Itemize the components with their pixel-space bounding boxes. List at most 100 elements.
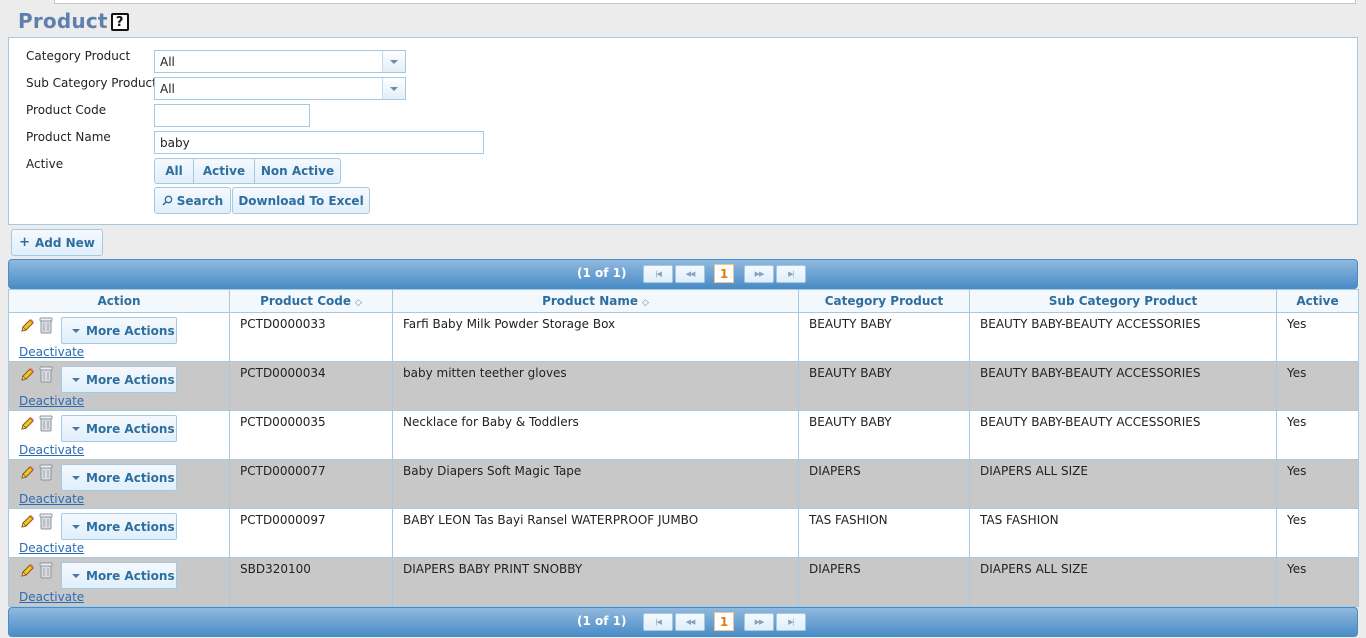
pager-bottom: (1 of 1) |◀ ◀◀ 1 ▶▶ ▶| [8,607,1358,637]
help-icon[interactable]: ? [110,13,129,31]
header-product-name-label: Product Name [542,294,638,308]
table-row: More Actions Deactivate PCTD0000035 Necklac… [8,410,1359,460]
delete-icon[interactable] [39,366,53,383]
action-cell: More Actions Deactivate [8,312,230,362]
subcategory-cell: BEAUTY BABY-BEAUTY ACCESSORIES [969,312,1277,362]
active-label: Active [26,157,64,171]
subcategory-cell: BEAUTY BABY-BEAUTY ACCESSORIES [969,410,1277,460]
header-product-name[interactable]: Product Name ◇ [392,289,799,313]
product-name-label: Product Name [26,130,111,144]
current-page[interactable]: 1 [714,264,734,283]
product-name-input[interactable]: baby [154,131,484,154]
download-excel-button[interactable]: Download To Excel [232,187,370,214]
active-option-non-active[interactable]: Non Active [254,158,341,184]
prev-page-icon[interactable]: ◀◀ [675,613,705,631]
prev-page-icon[interactable]: ◀◀ [675,265,705,283]
more-actions-button[interactable]: More Actions [61,513,177,540]
more-actions-label: More Actions [86,372,175,387]
active-cell: Yes [1276,508,1359,558]
subcategory-cell: DIAPERS ALL SIZE [969,459,1277,509]
search-button[interactable]: Search [154,187,231,214]
next-page-icon[interactable]: ▶▶ [744,265,774,283]
more-actions-button[interactable]: More Actions [61,464,177,491]
table-row: More Actions Deactivate PCTD0000077 Baby Di… [8,459,1359,509]
product-code-cell: PCTD0000077 [229,459,393,509]
product-name-cell: Farfi Baby Milk Powder Storage Box [392,312,799,362]
product-code-cell: PCTD0000097 [229,508,393,558]
header-product-code[interactable]: Product Code ◇ [229,289,393,313]
edit-icon[interactable] [19,367,35,383]
plus-icon: + [19,235,30,250]
deactivate-link[interactable]: Deactivate [19,590,84,604]
pager-count: (1 of 1) [577,614,627,628]
edit-icon[interactable] [19,465,35,481]
more-actions-button[interactable]: More Actions [61,366,177,393]
action-cell: More Actions Deactivate [8,459,230,509]
table-row: More Actions Deactivate PCTD0000097 BABY LE… [8,508,1359,558]
action-cell: More Actions Deactivate [8,508,230,558]
delete-icon[interactable] [39,513,53,530]
sort-icon[interactable]: ◇ [355,298,362,308]
category-select-value: All [160,55,175,69]
deactivate-link[interactable]: Deactivate [19,492,84,506]
more-actions-button[interactable]: More Actions [61,562,177,589]
active-cell: Yes [1276,459,1359,509]
chevron-down-icon[interactable] [382,78,405,99]
last-page-icon[interactable]: ▶| [776,613,806,631]
deactivate-link[interactable]: Deactivate [19,541,84,555]
action-cell: More Actions Deactivate [8,557,230,607]
add-new-button[interactable]: + Add New [11,229,103,256]
subcategory-select[interactable]: All [154,77,406,100]
edit-icon[interactable] [19,563,35,579]
edit-icon[interactable] [19,416,35,432]
product-name-cell: Necklace for Baby & Toddlers [392,410,799,460]
search-button-label: Search [176,193,224,208]
active-option-all[interactable]: All [154,158,194,184]
sort-icon[interactable]: ◇ [642,298,649,308]
product-code-cell: PCTD0000035 [229,410,393,460]
delete-icon[interactable] [39,415,53,432]
product-code-input[interactable] [154,104,310,127]
page-title-area: Product ? [18,8,129,34]
product-name-cell: DIAPERS BABY PRINT SNOBBY [392,557,799,607]
product-code-cell: PCTD0000033 [229,312,393,362]
more-actions-label: More Actions [86,323,175,338]
header-category: Category Product [798,289,970,313]
action-cell: More Actions Deactivate [8,410,230,460]
category-cell: BEAUTY BABY [798,361,970,411]
table-row: More Actions Deactivate PCTD0000033 Farfi B… [8,312,1359,362]
active-cell: Yes [1276,312,1359,362]
category-label: Category Product [26,49,131,63]
more-actions-button[interactable]: More Actions [61,317,177,344]
more-actions-label: More Actions [86,470,175,485]
delete-icon[interactable] [39,562,53,579]
more-actions-label: More Actions [86,568,175,583]
deactivate-link[interactable]: Deactivate [19,394,84,408]
delete-icon[interactable] [39,464,53,481]
active-cell: Yes [1276,361,1359,411]
chevron-down-icon [72,377,80,382]
delete-icon[interactable] [39,317,53,334]
search-icon [162,195,173,206]
deactivate-link[interactable]: Deactivate [19,345,84,359]
last-page-icon[interactable]: ▶| [776,265,806,283]
active-option-active[interactable]: Active [193,158,255,184]
chevron-down-icon [72,524,80,529]
edit-icon[interactable] [19,318,35,334]
category-cell: BEAUTY BABY [798,410,970,460]
active-toggle-group: All Active Non Active [154,158,341,184]
add-new-label: Add New [34,235,95,250]
first-page-icon[interactable]: |◀ [643,613,673,631]
current-page[interactable]: 1 [714,612,734,631]
product-code-cell: SBD320100 [229,557,393,607]
category-select[interactable]: All [154,50,406,73]
first-page-icon[interactable]: |◀ [643,265,673,283]
table-header-row: Action Product Code ◇ Product Name ◇ Categ… [8,289,1359,313]
chevron-down-icon[interactable] [382,51,405,72]
edit-icon[interactable] [19,514,35,530]
next-page-icon[interactable]: ▶▶ [744,613,774,631]
category-cell: DIAPERS [798,557,970,607]
product-name-cell: baby mitten teether gloves [392,361,799,411]
more-actions-button[interactable]: More Actions [61,415,177,442]
deactivate-link[interactable]: Deactivate [19,443,84,457]
